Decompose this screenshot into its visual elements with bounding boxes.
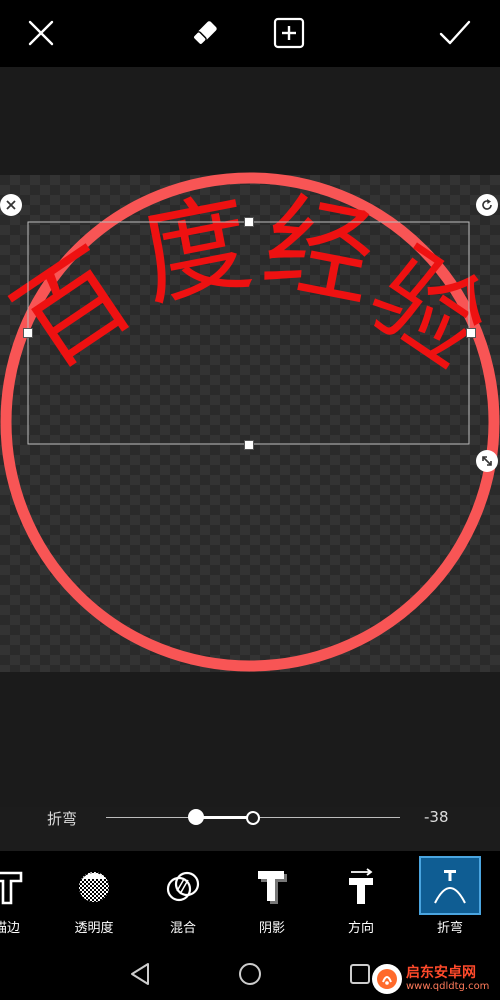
close-icon [6,200,16,210]
tool-opacity[interactable]: 透明度 [54,855,134,945]
tool-label: 透明度 [74,921,114,936]
tool-label: 描边 [0,921,20,936]
bend-slider-value: -38 [424,808,449,826]
confirm-button[interactable] [432,10,478,56]
text-direction-icon [349,868,373,904]
nav-home-button[interactable] [230,956,270,992]
eraser-button[interactable] [182,10,228,56]
bend-slider-zero-marker [246,811,260,825]
tool-shadow[interactable]: 阴影 [232,855,312,945]
tool-label: 混合 [169,921,196,936]
tool-outline[interactable]: 描边 [0,855,47,945]
resize-handle-left[interactable] [23,328,33,338]
tool-bend[interactable]: 折弯 [410,855,490,945]
add-text-button[interactable] [266,10,312,56]
blend-icon [166,871,200,902]
site-watermark: 启东安卓网 www.qdldtg.com [368,958,500,1000]
close-button[interactable] [18,10,64,56]
watermark-logo-icon [372,964,402,994]
home-circle-icon [239,963,261,985]
top-bar [0,0,500,67]
rotate-layer-button[interactable] [476,194,498,216]
tool-label: 方向 [347,921,374,936]
text-bend-icon [434,870,466,904]
resize-handle-bottom[interactable] [244,440,254,450]
eraser-icon [192,21,217,46]
rotate-icon [482,199,492,210]
text-shadow-icon [258,871,287,904]
bend-slider-thumb[interactable] [188,809,204,825]
plus-square-icon [273,17,305,49]
scale-layer-button[interactable] [476,450,498,472]
text-outline-icon [0,871,23,905]
back-triangle-icon [131,963,149,985]
tool-label: 折弯 [436,921,463,936]
opacity-icon [79,872,109,902]
resize-diagonal-icon [482,456,492,466]
close-x-icon [28,20,54,46]
tool-label: 阴影 [258,921,285,936]
bend-slider-fill [196,816,253,819]
tool-direction[interactable]: 方向 [321,855,401,945]
watermark-title: 启东安卓网 [406,964,476,981]
resize-handle-top[interactable] [244,217,254,227]
delete-layer-button[interactable] [0,194,22,216]
tool-blend[interactable]: 混合 [143,855,223,945]
checkmark-icon [439,20,471,45]
watermark-url: www.qdldtg.com [406,981,490,993]
bend-slider-label: 折弯 [47,810,78,828]
nav-back-button[interactable] [120,956,160,992]
image-canvas[interactable] [0,175,500,672]
resize-handle-right[interactable] [466,328,476,338]
